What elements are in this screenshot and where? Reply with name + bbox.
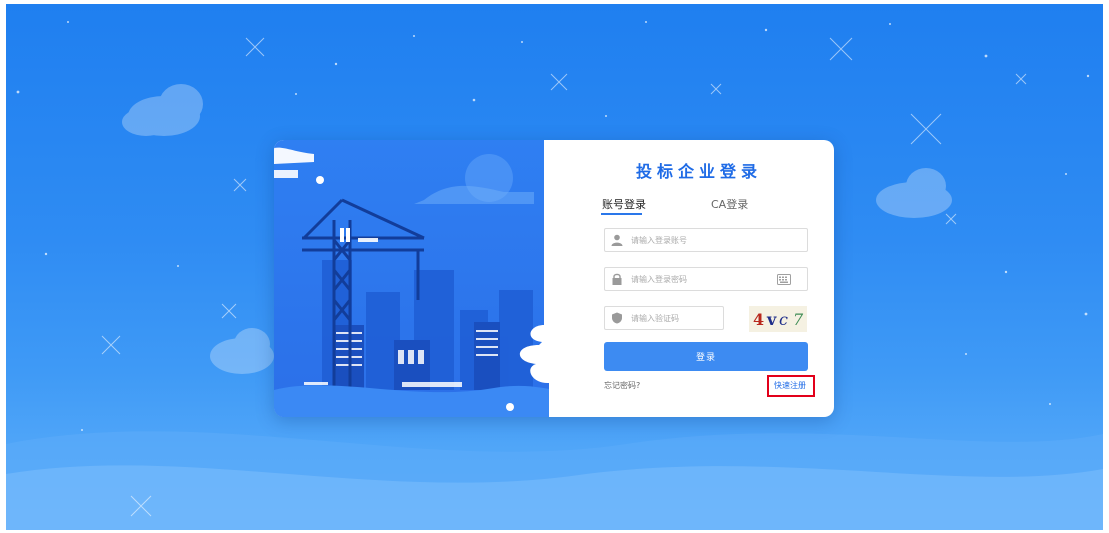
quick-register-link[interactable]: 快速注册 [774,380,806,391]
captcha-char: c [779,310,788,329]
captcha-input[interactable] [631,309,719,327]
account-input[interactable] [631,231,801,249]
tab-ca-login[interactable]: CA登录 [711,196,748,212]
password-input[interactable] [631,270,771,288]
captcha-char: v [767,310,777,329]
login-form: 投标企业登录 账号登录 CA登录 请输入登录账号 请输入验证码 4 v c 7 … [564,140,834,417]
lock-icon [612,273,622,285]
construction-illustration [274,140,564,417]
password-field[interactable] [604,267,808,291]
login-page-background: 投标企业登录 账号登录 CA登录 请输入登录账号 请输入验证码 4 v c 7 … [6,4,1103,530]
login-button[interactable]: 登录 [604,342,808,371]
login-title: 投标企业登录 [635,162,762,181]
login-card: 投标企业登录 账号登录 CA登录 请输入登录账号 请输入验证码 4 v c 7 … [274,140,834,417]
active-tab-indicator [601,213,642,215]
account-field[interactable] [604,228,808,252]
captcha-field[interactable] [604,306,724,330]
shield-icon [612,312,622,324]
captcha-char: 7 [793,310,804,329]
captcha-image[interactable]: 4 v c 7 [749,306,807,332]
captcha-char: 4 [753,310,765,329]
forgot-password-link[interactable]: 忘记密码? [604,380,640,391]
keyboard-icon[interactable] [777,274,791,285]
user-icon [611,234,623,246]
tab-account-login[interactable]: 账号登录 [602,196,646,212]
